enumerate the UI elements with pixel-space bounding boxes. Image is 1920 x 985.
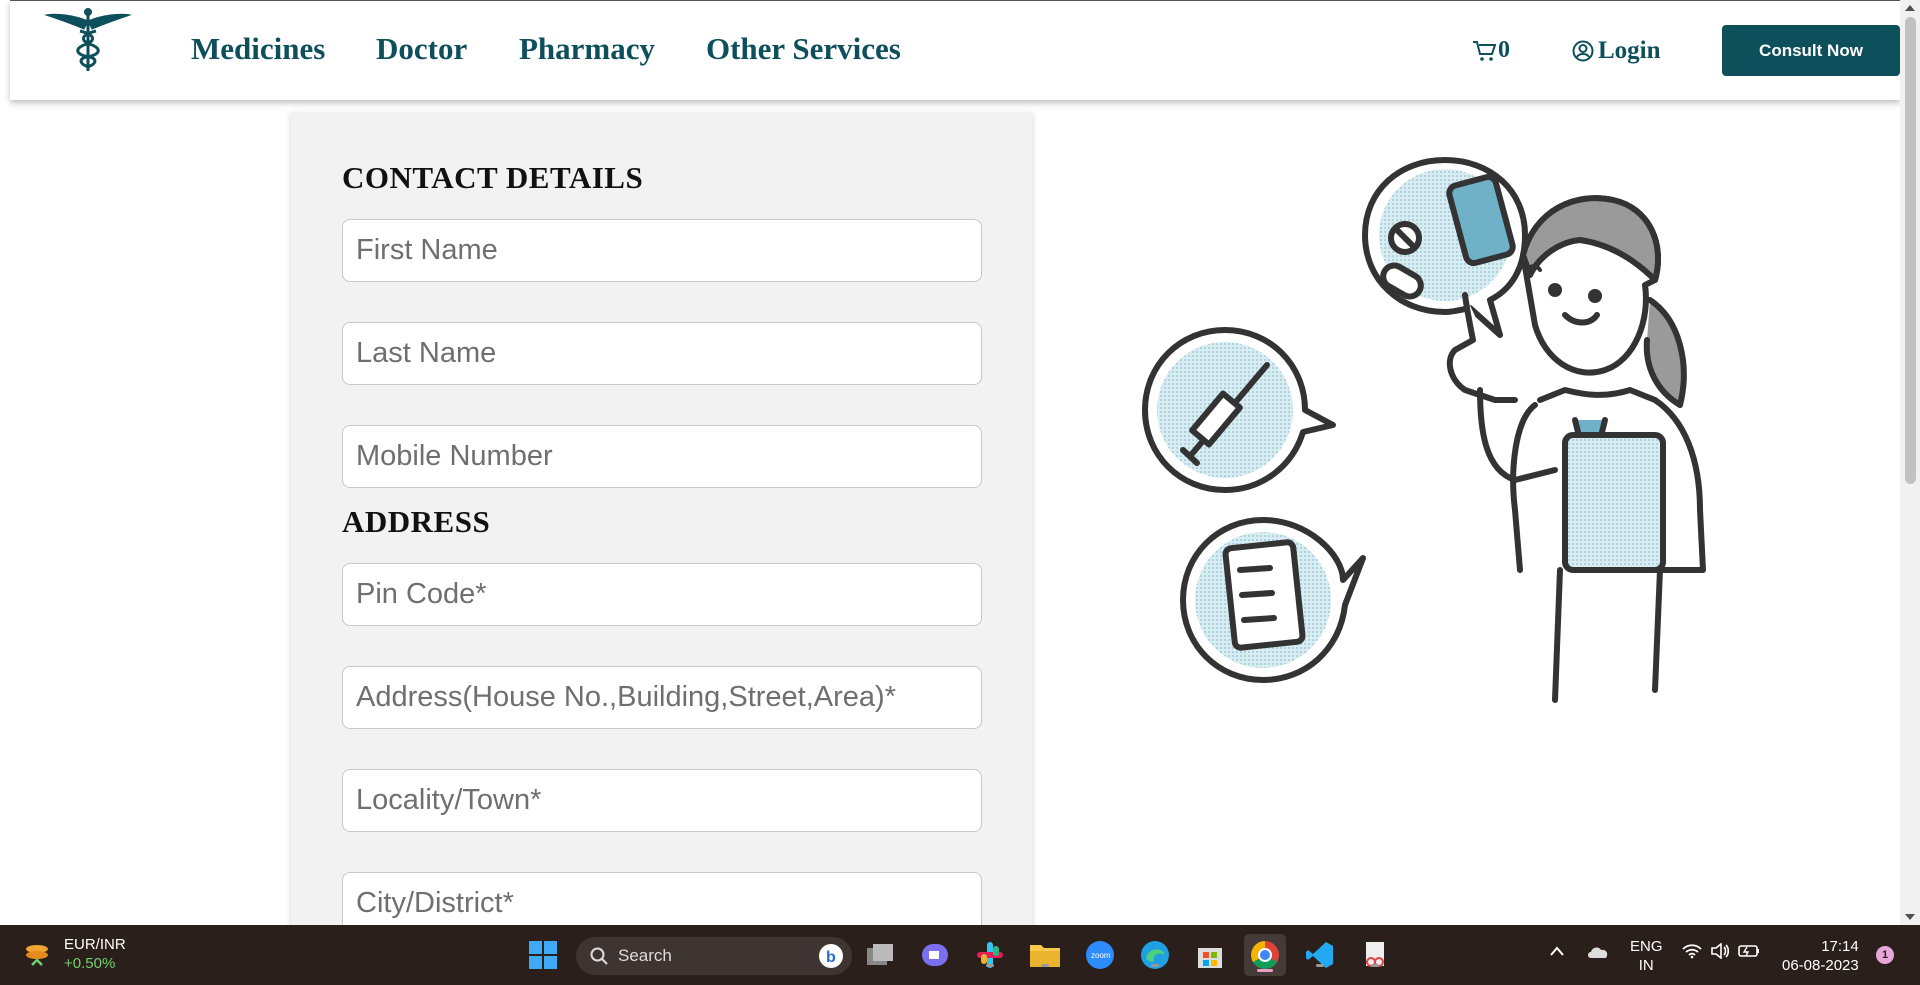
volume-icon <box>1711 943 1730 959</box>
last-name-input[interactable] <box>342 322 982 385</box>
nav-medicines[interactable]: Medicines <box>191 31 325 67</box>
battery-icon <box>1738 945 1759 957</box>
scroll-up-arrow-icon[interactable] <box>1905 5 1915 11</box>
search-placeholder: Search <box>618 946 672 965</box>
cart-count: 0 <box>1498 37 1510 63</box>
clock-date: 06-08-2023 <box>1782 957 1859 974</box>
user-circle-icon <box>1572 40 1594 62</box>
currency-widget[interactable]: EUR/INR +0.50% <box>22 935 126 973</box>
login-label: Login <box>1598 37 1661 64</box>
windows-taskbar: EUR/INR +0.50% Search b zoom ENG IN 17:1… <box>0 925 1920 985</box>
pin-code-input[interactable] <box>342 563 982 626</box>
language-indicator[interactable]: ENG IN <box>1630 937 1663 975</box>
cart-button[interactable]: 0 <box>1472 37 1510 64</box>
edge-icon[interactable] <box>1139 939 1171 971</box>
syringe-bubble-icon <box>1142 327 1336 493</box>
nav-other-services[interactable]: Other Services <box>706 31 901 67</box>
widget-change: +0.50% <box>64 955 116 972</box>
svg-text:zoom: zoom <box>1091 951 1111 960</box>
nav-doctor[interactable]: Doctor <box>376 31 467 67</box>
file-explorer-icon[interactable] <box>1029 939 1061 971</box>
scroll-down-arrow-icon[interactable] <box>1905 914 1915 920</box>
caduceus-logo-icon[interactable] <box>44 7 132 73</box>
notification-count: 1 <box>1881 949 1889 961</box>
clock-time: 17:14 <box>1821 938 1859 955</box>
snipping-tool-icon[interactable] <box>1359 939 1391 971</box>
search-icon <box>590 947 608 965</box>
consult-now-button[interactable]: Consult Now <box>1722 25 1900 76</box>
first-name-input[interactable] <box>342 219 982 282</box>
locality-input[interactable] <box>342 769 982 832</box>
page-scrollbar[interactable] <box>1900 0 1920 925</box>
login-link[interactable]: Login <box>1572 37 1661 65</box>
microsoft-store-icon[interactable] <box>1194 939 1226 971</box>
address-heading: ADDRESS <box>342 504 491 539</box>
language-line-1: ENG <box>1630 938 1663 955</box>
chrome-icon[interactable] <box>1244 934 1286 976</box>
clipboard-bubble-icon <box>1180 517 1366 683</box>
coins-icon <box>26 945 48 966</box>
widget-title: EUR/INR <box>64 936 126 953</box>
windows-start-icon[interactable] <box>527 939 559 971</box>
scroll-thumb[interactable] <box>1905 17 1916 484</box>
browser-viewport: Medicines Doctor Pharmacy Other Services… <box>0 0 1900 925</box>
onedrive-cloud-icon[interactable] <box>1586 943 1610 964</box>
top-navbar: Medicines Doctor Pharmacy Other Services… <box>10 0 1900 100</box>
contact-form-card: CONTACT DETAILS ADDRESS <box>291 112 1032 925</box>
wifi-icon <box>1682 944 1702 959</box>
svg-text:b: b <box>826 949 836 966</box>
city-district-input[interactable] <box>342 872 982 925</box>
teams-chat-icon[interactable] <box>919 939 951 971</box>
zoom-icon[interactable]: zoom <box>1084 939 1116 971</box>
address-input[interactable] <box>342 666 982 729</box>
task-view-icon[interactable] <box>864 939 896 971</box>
language-line-2: IN <box>1638 957 1654 974</box>
system-tray[interactable] <box>1682 943 1760 959</box>
clock[interactable]: 17:14 06-08-2023 <box>1782 937 1859 975</box>
contact-details-heading: CONTACT DETAILS <box>342 160 644 195</box>
bing-icon: b <box>819 944 843 968</box>
taskbar-search[interactable]: Search b <box>576 937 852 975</box>
nav-pharmacy[interactable]: Pharmacy <box>519 31 655 67</box>
pills-bubble-icon <box>1362 157 1528 338</box>
cart-icon <box>1473 40 1496 61</box>
show-hidden-icons-icon[interactable] <box>1549 943 1565 962</box>
vscode-icon[interactable] <box>1304 939 1336 971</box>
doctor-illustration <box>1142 157 1706 703</box>
notification-badge[interactable]: 1 <box>1876 946 1894 964</box>
mobile-number-input[interactable] <box>342 425 982 488</box>
slack-icon[interactable] <box>974 939 1006 971</box>
